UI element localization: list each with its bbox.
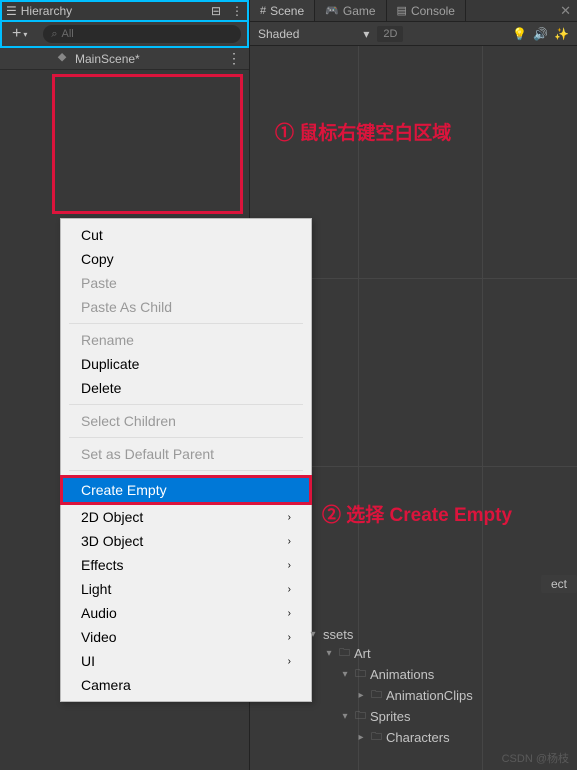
2d-toggle[interactable]: 2D <box>377 26 403 42</box>
shading-dropdown[interactable]: Shaded ▾ <box>258 27 369 41</box>
menu-light[interactable]: Light› <box>61 577 311 601</box>
chevron-down-icon: ▾ <box>323 648 335 659</box>
menu-separator <box>69 437 303 438</box>
menu-cut[interactable]: Cut <box>61 223 311 247</box>
fx-icon[interactable]: ✨ <box>554 27 569 41</box>
search-input[interactable]: ⌕ All <box>43 25 241 43</box>
console-icon: ▤ <box>397 4 407 17</box>
chevron-right-icon: › <box>288 512 291 523</box>
chevron-right-icon: › <box>288 632 291 643</box>
scene-name: MainScene* <box>75 52 221 66</box>
tree-item-sprites[interactable]: ▾🗀Sprites <box>307 706 577 727</box>
menu-camera[interactable]: Camera <box>61 673 311 697</box>
chevron-down-icon: ▾ <box>339 711 351 722</box>
menu-copy[interactable]: Copy <box>61 247 311 271</box>
detach-icon[interactable]: ⊟ <box>211 4 221 18</box>
menu-rename: Rename <box>61 328 311 352</box>
hierarchy-title: Hierarchy <box>21 4 72 18</box>
menu-paste-as-child: Paste As Child <box>61 295 311 319</box>
menu-video[interactable]: Video› <box>61 625 311 649</box>
chevron-down-icon: ▾ <box>339 669 351 680</box>
menu-delete[interactable]: Delete <box>61 376 311 400</box>
chevron-right-icon: ▸ <box>355 690 367 701</box>
chevron-right-icon: › <box>288 536 291 547</box>
chevron-right-icon: ▸ <box>355 732 367 743</box>
folder-icon: 🗀 <box>371 728 382 747</box>
tree-item-animations[interactable]: ▾🗀Animations <box>307 664 577 685</box>
chevron-right-icon: › <box>288 560 291 571</box>
tabs-row: # Scene 🎮 Game ▤ Console ✕ <box>250 0 577 22</box>
audio-icon[interactable]: 🔊 <box>533 27 548 41</box>
chevron-down-icon: ▾ <box>307 629 319 640</box>
menu-ui[interactable]: UI› <box>61 649 311 673</box>
search-icon: ⌕ <box>51 28 57 41</box>
menu-select-children: Select Children <box>61 409 311 433</box>
folder-icon: 🗀 <box>355 707 366 726</box>
inspector-tab-fragment[interactable]: ect <box>541 575 577 593</box>
hierarchy-empty-area[interactable] <box>52 74 243 214</box>
chevron-right-icon: › <box>288 584 291 595</box>
tree-item-characters[interactable]: ▸🗀Characters <box>307 727 577 748</box>
menu-effects[interactable]: Effects› <box>61 553 311 577</box>
menu-separator <box>69 470 303 471</box>
folder-icon: 🗀 <box>355 665 366 684</box>
grid-icon: # <box>260 5 266 17</box>
menu-paste: Paste <box>61 271 311 295</box>
tab-scene[interactable]: # Scene <box>250 0 315 21</box>
scene-toolbar: Shaded ▾ 2D 💡 🔊 ✨ <box>250 22 577 46</box>
chevron-down-icon: ▾ <box>363 27 369 41</box>
add-button[interactable]: +▾ <box>12 25 27 43</box>
light-icon[interactable]: 💡 <box>512 27 527 41</box>
annotation-step2: ② 选择 Create Empty <box>322 500 512 527</box>
menu-create-empty[interactable]: Create Empty <box>60 475 312 505</box>
tab-console[interactable]: ▤ Console <box>387 0 466 21</box>
hierarchy-icon: ☰ <box>6 4 17 18</box>
hierarchy-toolbar: +▾ ⌕ All <box>0 22 249 48</box>
folder-icon: 🗀 <box>371 686 382 705</box>
menu-duplicate[interactable]: Duplicate <box>61 352 311 376</box>
tree-item-art[interactable]: ▾🗀Art <box>307 643 577 664</box>
search-placeholder: All <box>62 28 74 40</box>
chevron-right-icon: › <box>288 656 291 667</box>
annotation-step1: ① 鼠标右键空白区域 <box>275 118 451 145</box>
panel-menu-icon[interactable]: ⋮ <box>231 4 243 18</box>
menu-3d-object[interactable]: 3D Object› <box>61 529 311 553</box>
folder-icon: 🗀 <box>339 644 350 663</box>
watermark: CSDN @杨枝 <box>502 750 569 766</box>
context-menu: Cut Copy Paste Paste As Child Rename Dup… <box>60 218 312 702</box>
menu-set-default-parent: Set as Default Parent <box>61 442 311 466</box>
chevron-right-icon: › <box>288 608 291 619</box>
tree-item-assets[interactable]: ▾ssets <box>307 626 577 643</box>
close-icon[interactable]: ✕ <box>554 3 577 19</box>
scene-kebab-icon[interactable]: ⋮ <box>227 50 241 67</box>
menu-separator <box>69 404 303 405</box>
assets-tree: ▾ssets ▾🗀Art ▾🗀Animations ▸🗀AnimationCli… <box>307 622 577 752</box>
menu-audio[interactable]: Audio› <box>61 601 311 625</box>
hierarchy-header: ☰ Hierarchy ⊟ ⋮ <box>0 0 249 22</box>
gamepad-icon: 🎮 <box>325 4 339 17</box>
tab-game[interactable]: 🎮 Game <box>315 0 386 21</box>
unity-icon: ⯁ <box>55 52 69 66</box>
menu-2d-object[interactable]: 2D Object› <box>61 505 311 529</box>
tree-item-animationclips[interactable]: ▸🗀AnimationClips <box>307 685 577 706</box>
scene-row[interactable]: ⯁ MainScene* ⋮ <box>0 48 249 70</box>
menu-separator <box>69 323 303 324</box>
